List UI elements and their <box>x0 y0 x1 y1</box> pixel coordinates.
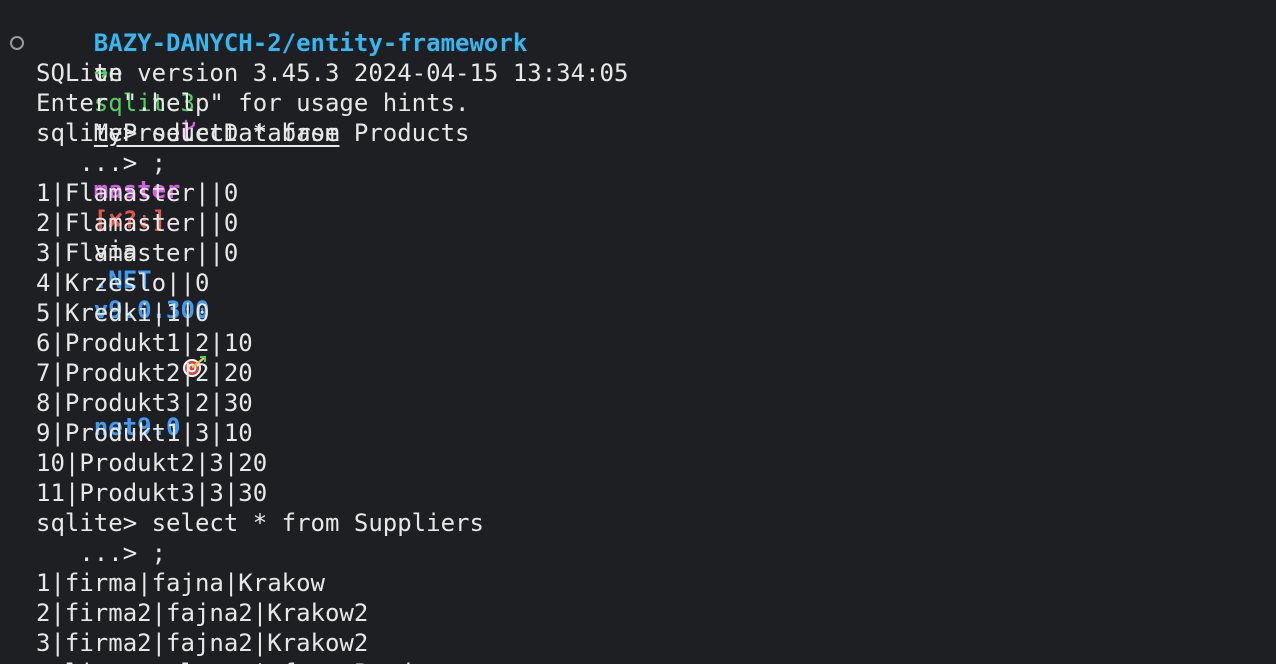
output-line: 2|firma2|fajna2|Krakow2 <box>36 599 369 627</box>
output-line: sqlite> select * from Suppliers <box>36 509 484 537</box>
command-status-marker[interactable] <box>10 36 24 50</box>
output-line: 9|Produkt1|3|10 <box>36 419 253 447</box>
output-line: 11|Produkt3|3|30 <box>36 479 268 507</box>
output-line: 10|Produkt2|3|20 <box>36 449 268 477</box>
output-line: 5|Kredki|1|0 <box>36 299 210 327</box>
shell-prompt: BAZY-DANYCH-2/entity-framework on master… <box>36 0 527 441</box>
output-line: Enter ".help" for usage hints. <box>36 89 470 117</box>
output-line: sqlite> select * from Products <box>36 658 469 664</box>
output-line: 3|Flamaster||0 <box>36 239 239 267</box>
output-line: 8|Produkt3|2|30 <box>36 389 253 417</box>
output-line: ...> ; <box>36 539 167 567</box>
output-line: ...> ; <box>36 149 167 177</box>
output-line: 7|Produkt2|2|20 <box>36 359 253 387</box>
output-line: 1|Flamaster||0 <box>36 179 239 207</box>
output-line: SQLite version 3.45.3 2024-04-15 13:34:0… <box>36 59 629 87</box>
command-line: ➜ sqlite3 MyProductDatabase <box>36 28 340 147</box>
output-line: sqlite> select * from Products <box>36 119 470 147</box>
output-line: 6|Produkt1|2|10 <box>36 329 253 357</box>
output-line: 1|firma|fajna|Krakow <box>36 569 325 597</box>
output-line: 2|Flamaster||0 <box>36 209 239 237</box>
output-line: 4|Krzeslo||0 <box>36 269 210 297</box>
output-line: 3|firma2|fajna2|Krakow2 <box>36 629 369 657</box>
terminal-window[interactable]: BAZY-DANYCH-2/entity-framework on master… <box>0 0 1276 664</box>
